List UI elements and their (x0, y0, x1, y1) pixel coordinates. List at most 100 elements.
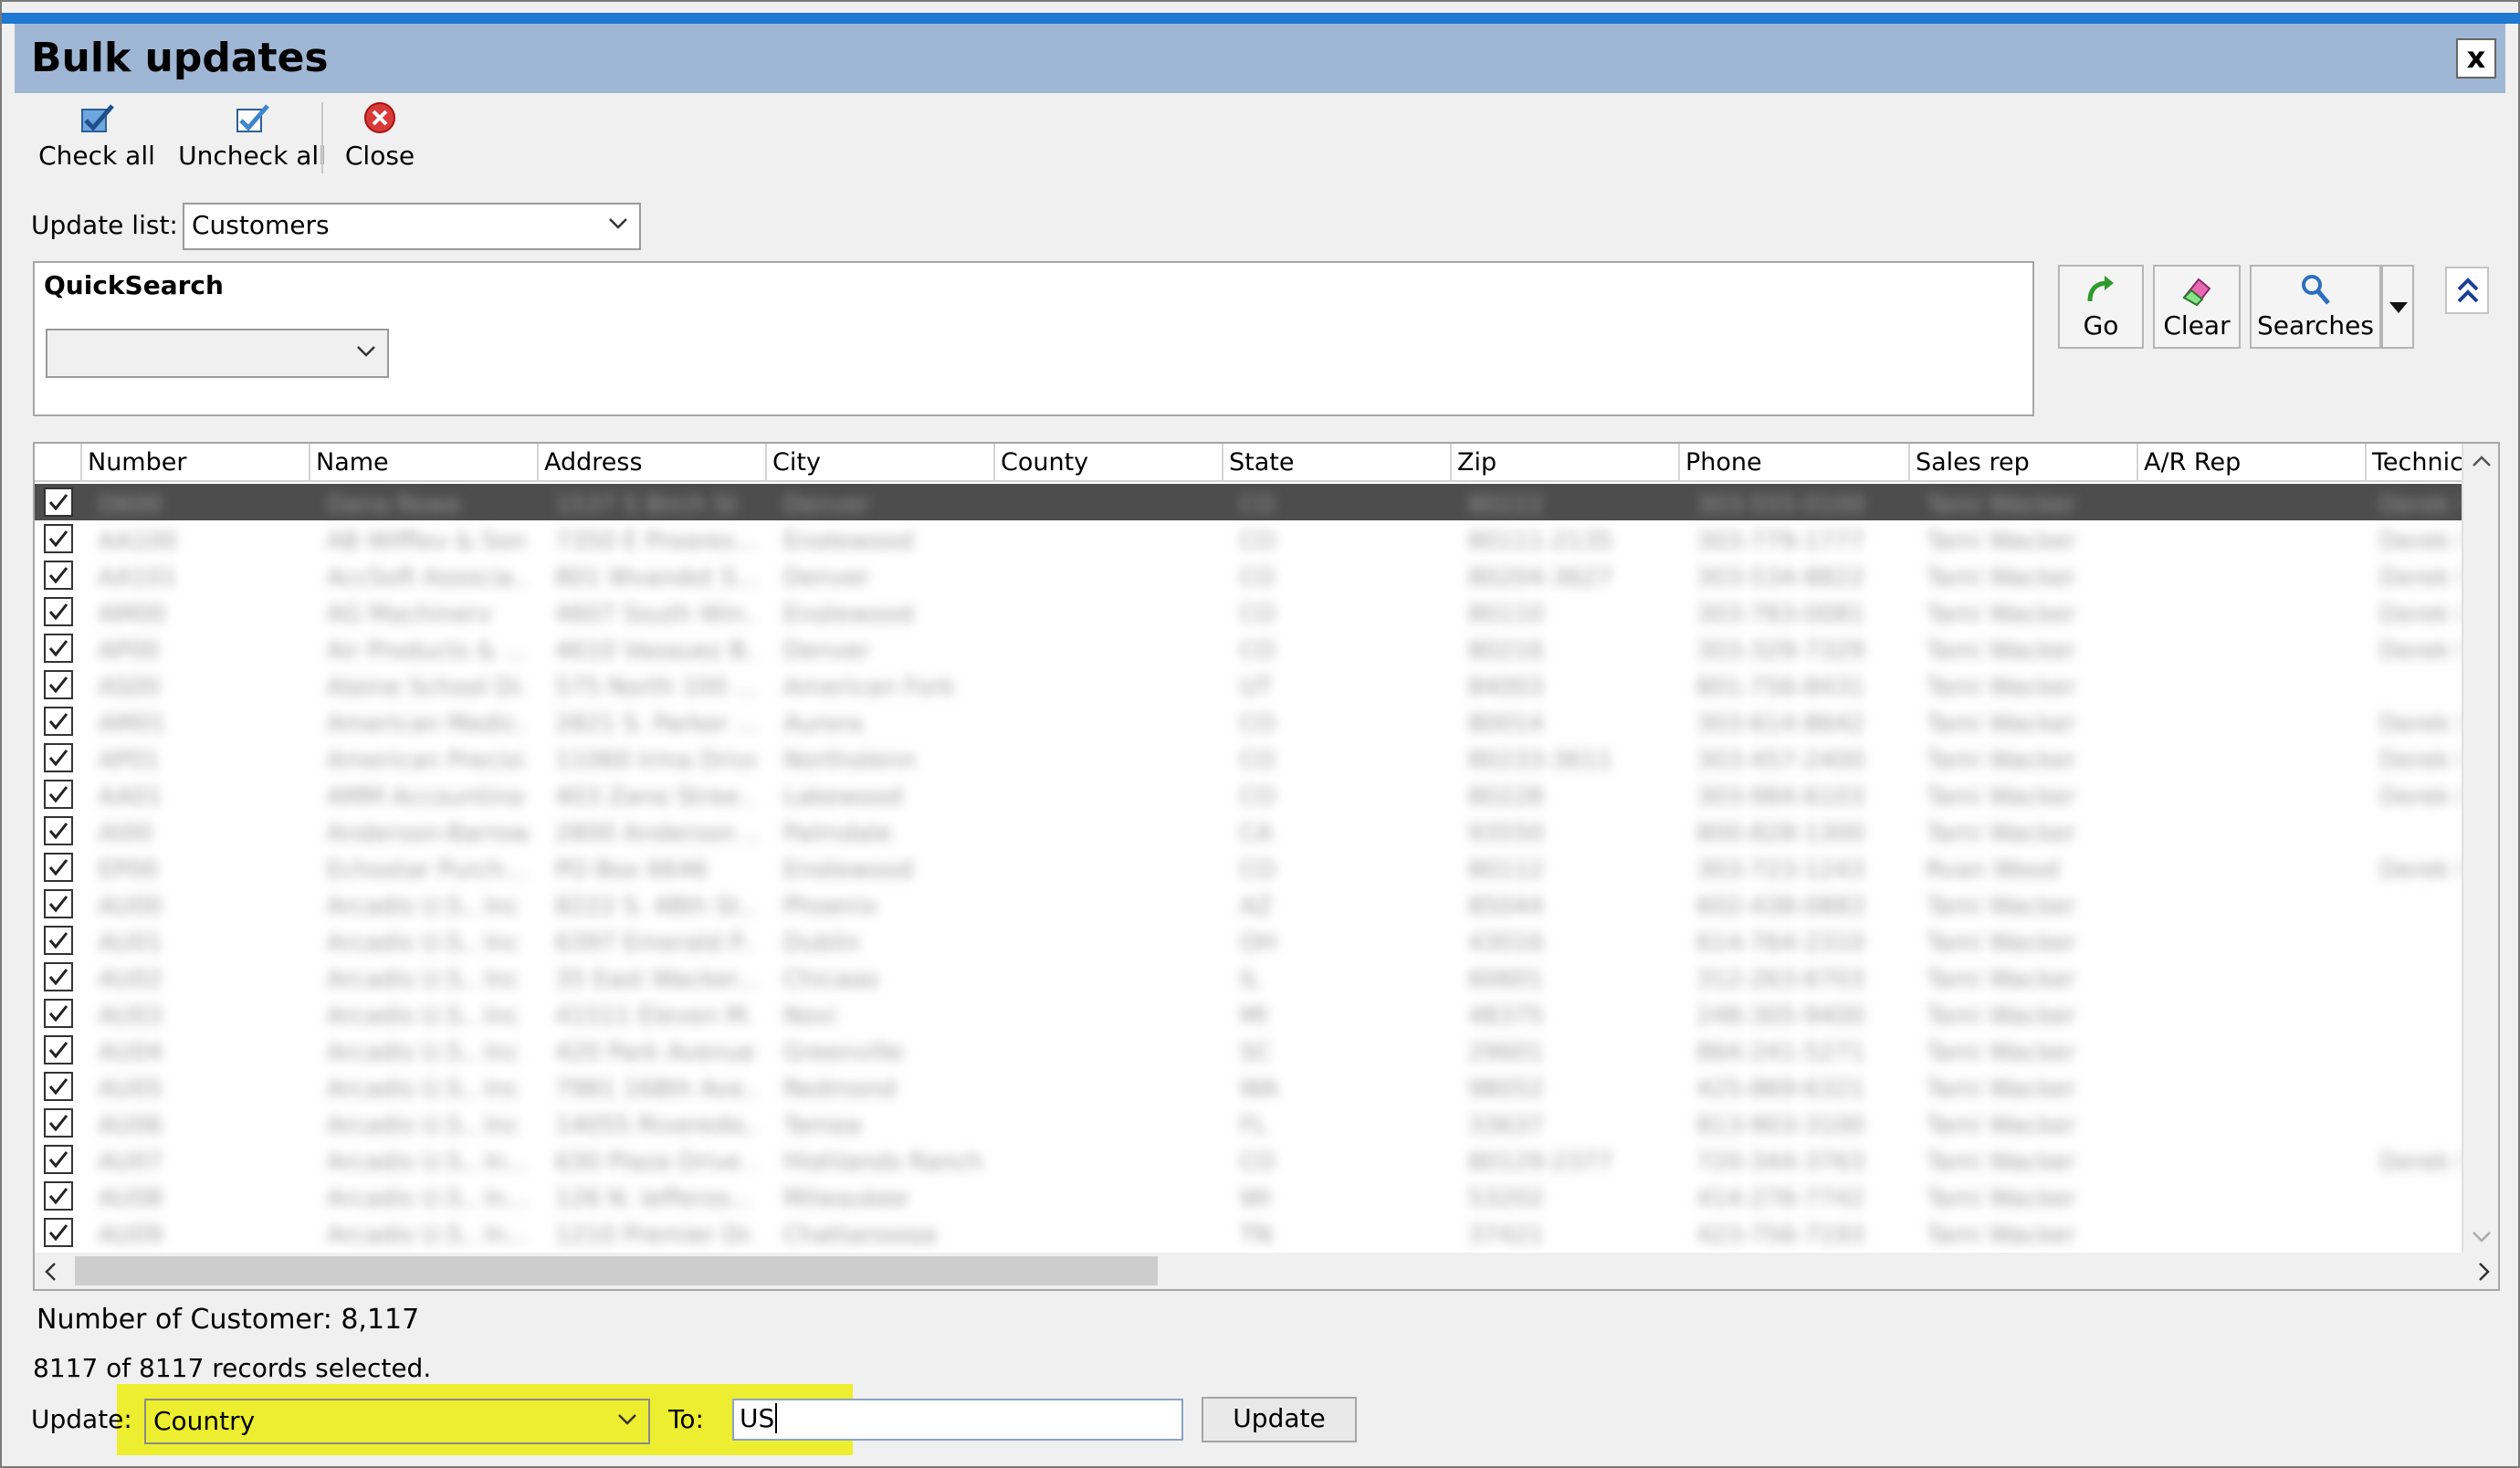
cell-city: Palmdale (783, 820, 892, 842)
scroll-down-icon[interactable] (2472, 1231, 2492, 1243)
table-row[interactable]: AU07 Arcadis U.S., In... 630 Plaza Drive .… (35, 1141, 2463, 1178)
cell-state: WI (1240, 1185, 1271, 1207)
cell-name: Arcadis U.S., Inc (327, 966, 520, 988)
magnifier-icon (2302, 275, 2330, 305)
update-field-select[interactable]: Country (144, 1399, 650, 1444)
column-header-name[interactable]: Name (310, 444, 539, 482)
column-header-zip[interactable]: Zip (1452, 444, 1680, 482)
quicksearch-select[interactable] (46, 329, 389, 378)
scroll-left-icon[interactable] (44, 1262, 57, 1282)
row-checkbox[interactable] (44, 889, 73, 918)
cell-tech (2379, 1112, 2462, 1134)
scroll-right-icon[interactable] (2478, 1262, 2491, 1282)
close-button[interactable]: Close (334, 97, 425, 179)
table-row[interactable]: AU08 Arcadis U.S., In... 126 N. Jefferso..… (35, 1178, 2463, 1214)
row-checkbox[interactable] (44, 962, 73, 991)
table-row[interactable]: AA01 AMM Accounting 403 Zang Stree... Lakew… (35, 776, 2463, 813)
row-checkbox[interactable] (44, 524, 73, 553)
uncheck-all-icon (236, 104, 269, 132)
column-header-number[interactable]: Number (82, 444, 310, 482)
table-row[interactable]: D600 Dana Rowe 1537 S Birch St Denver CO 8022… (35, 484, 2463, 520)
cell-zip: 80228 (1468, 783, 1544, 805)
cell-number: AS00 (99, 674, 161, 696)
table-row[interactable]: AP01 American Precisi... 11060 Irma Drive N… (35, 739, 2463, 776)
cell-name: Arcadis U.S., In... (327, 1185, 528, 1207)
searches-dropdown-button[interactable] (2381, 265, 2414, 349)
column-header-state[interactable]: State (1223, 444, 1452, 482)
table-row[interactable]: AP00 Air Products & ... 4610 Vasquez B... D… (35, 630, 2463, 666)
cell-number: AP00 (99, 637, 160, 659)
row-checkbox[interactable] (44, 853, 73, 882)
cell-rep: Tami Wacker (1927, 564, 2076, 586)
row-checkbox[interactable] (44, 561, 73, 590)
header-checkbox-column[interactable] (35, 444, 82, 482)
clear-button[interactable]: Clear (2153, 265, 2241, 349)
table-row[interactable]: AU05 Arcadis U.S., Inc 7981 168th Ave... Re… (35, 1068, 2463, 1105)
row-checkbox[interactable] (44, 1181, 73, 1211)
row-checkbox[interactable] (44, 816, 73, 845)
table-row[interactable]: AM00 AG Machinery 4607 South Win... Englewo… (35, 593, 2463, 630)
row-checkbox[interactable] (44, 1072, 73, 1101)
table-row[interactable]: AS00 Alpine School Di... 575 North 100 ...… (35, 666, 2463, 703)
customers-grid[interactable]: Number Name Address City County State Zi… (33, 442, 2500, 1291)
column-header-technician[interactable]: Technici (2367, 444, 2463, 482)
row-checkbox[interactable] (44, 1218, 73, 1247)
update-button[interactable]: Update (1202, 1397, 1357, 1442)
table-row[interactable]: AU01 Arcadis U.S., Inc 6397 Emerald P... Du… (35, 922, 2463, 959)
cell-rep: Tami Wacker (1927, 966, 2076, 988)
table-row[interactable]: AU00 Arcadis U.S., Inc 8222 S. 48th St... P… (35, 886, 2463, 922)
update-list-select[interactable]: Customers (183, 203, 641, 250)
table-row[interactable]: AU03 Arcadis U.S., Inc 41511 Eleven M... No… (35, 995, 2463, 1032)
row-checkbox[interactable] (44, 707, 73, 736)
row-checkbox[interactable] (44, 1145, 73, 1174)
table-row[interactable]: AA100 AB Wiffley & Sons 7350 E Progres... E… (35, 520, 2463, 557)
table-row[interactable]: AU04 Arcadis U.S., Inc 420 Park Avenue Gree… (35, 1032, 2463, 1068)
cell-phone: 303-555-0100 (1696, 491, 1865, 513)
row-checkbox[interactable] (44, 488, 73, 517)
table-row[interactable]: EP00 Echostar Purch... PO Box 6646 Englewoo… (35, 849, 2463, 886)
scroll-up-icon[interactable] (2472, 455, 2492, 467)
horizontal-scroll-thumb[interactable] (75, 1256, 1158, 1285)
row-checkbox[interactable] (44, 597, 73, 626)
column-header-address[interactable]: Address (539, 444, 767, 482)
horizontal-scrollbar[interactable] (35, 1253, 2498, 1289)
cell-city: Aurora (783, 710, 863, 732)
table-row[interactable]: AU06 Arcadis U.S., Inc 14055 Riveredg... Ta… (35, 1105, 2463, 1141)
check-all-button[interactable]: Check all (27, 97, 166, 179)
column-header-ar-rep[interactable]: A/R Rep (2138, 444, 2367, 482)
checkmark-icon (48, 1188, 68, 1205)
column-header-county[interactable]: County (995, 444, 1223, 482)
window-close-button[interactable]: x (2456, 38, 2496, 79)
row-checkbox[interactable] (44, 743, 73, 772)
column-header-phone[interactable]: Phone (1680, 444, 1910, 482)
update-to-input[interactable]: US​ (732, 1399, 1183, 1441)
cell-tech: Derek B (2379, 601, 2462, 623)
cell-phone: 801-756-8431 (1696, 674, 1865, 696)
cell-state: CO (1240, 747, 1276, 769)
go-button[interactable]: Go (2058, 265, 2144, 349)
row-checkbox[interactable] (44, 670, 73, 699)
cell-phone: 303-329-7329 (1696, 637, 1865, 659)
row-checkbox[interactable] (44, 999, 73, 1028)
cell-address: 126 N. Jefferso... (555, 1185, 752, 1207)
column-header-sales-rep[interactable]: Sales rep (1910, 444, 2138, 482)
cell-rep: Tami Wacker (1927, 528, 2076, 550)
table-row[interactable]: AI00 Anderson-Barrows 2800 Anderson ... Pal… (35, 813, 2463, 849)
row-checkbox[interactable] (44, 634, 73, 663)
table-row[interactable]: AA101 AccSoft Associa... 801 Wyandot S... D… (35, 557, 2463, 593)
column-header-city[interactable]: City (767, 444, 995, 482)
vertical-scrollbar[interactable] (2462, 444, 2498, 1254)
checkmark-icon (48, 1115, 68, 1132)
row-checkbox[interactable] (44, 1035, 73, 1064)
uncheck-all-button[interactable]: Uncheck all (161, 97, 343, 179)
searches-button[interactable]: Searches (2250, 265, 2381, 349)
row-checkbox[interactable] (44, 1108, 73, 1138)
checkmark-icon (48, 1005, 68, 1022)
table-row[interactable]: AU02 Arcadis U.S., Inc 35 East Wacker... Ch… (35, 959, 2463, 995)
row-checkbox[interactable] (44, 780, 73, 809)
table-row[interactable]: AM01 American Medic... 2821 S. Parker ... A… (35, 703, 2463, 739)
table-row[interactable]: AU09 Arcadis U.S., In... 1210 Premier Dr..… (35, 1214, 2463, 1251)
collapse-panel-button[interactable] (2445, 267, 2489, 314)
row-checkbox[interactable] (44, 926, 73, 955)
checkmark-icon (48, 896, 68, 913)
